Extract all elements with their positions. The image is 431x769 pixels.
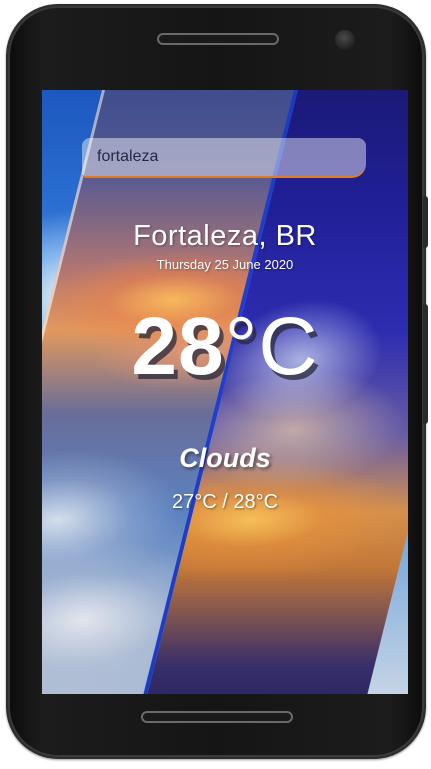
bottom-speaker — [141, 711, 293, 723]
weather-condition: Clouds — [179, 443, 271, 473]
background-overlay — [42, 90, 408, 694]
temperature-range: 27°C / 28°C — [171, 491, 279, 513]
phone-frame: Fortaleza, BR Thursday 25 June 2020 28°C… — [6, 4, 428, 759]
temperature-value: 28 — [131, 301, 225, 392]
date-label: Thursday 25 June 2020 — [156, 257, 294, 272]
location-label: Fortaleza, BR — [133, 220, 317, 252]
temperature-unit: °C — [224, 301, 319, 392]
search-input[interactable] — [82, 138, 366, 178]
temperature-display: 28°C — [42, 306, 408, 388]
volume-rocker[interactable] — [423, 304, 428, 424]
front-camera-icon — [335, 30, 355, 50]
power-button[interactable] — [423, 196, 428, 248]
earpiece-speaker — [157, 33, 279, 45]
app-screen: Fortaleza, BR Thursday 25 June 2020 28°C… — [42, 90, 408, 694]
